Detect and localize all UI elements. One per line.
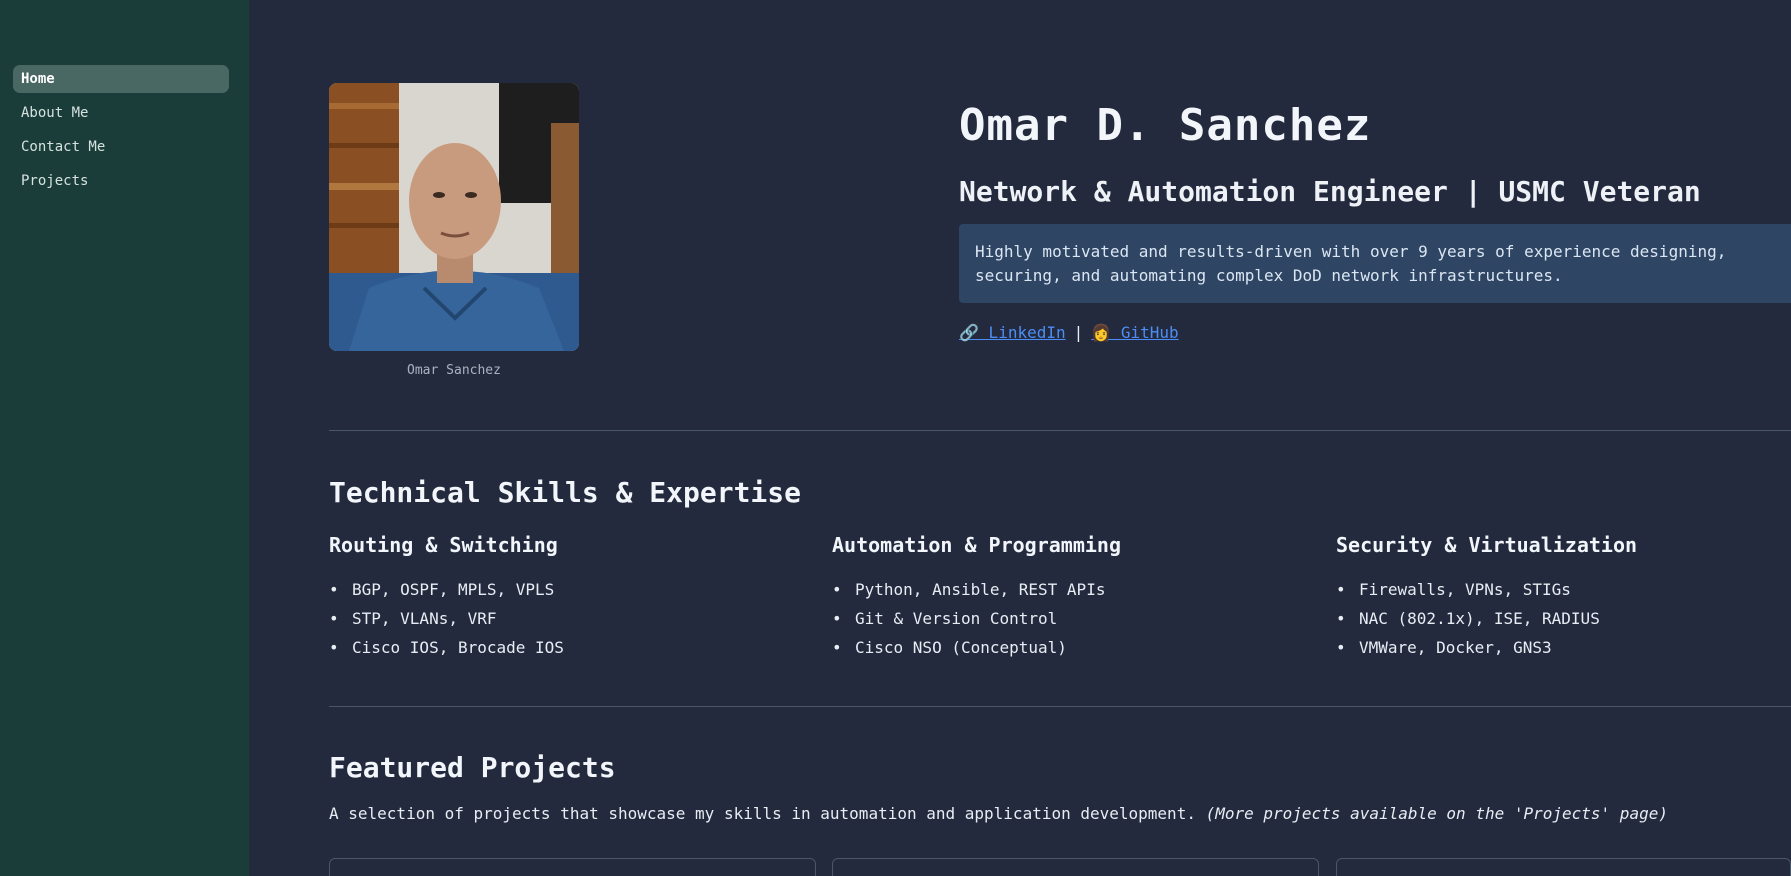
link-separator: | — [1073, 323, 1084, 342]
projects-intro: A selection of projects that showcase my… — [329, 804, 1668, 823]
sidebar: Home About Me Contact Me Projects — [0, 0, 249, 876]
linkedin-link[interactable]: 🔗 LinkedIn — [959, 323, 1066, 342]
list-item: BGP, OSPF, MPLS, VPLS — [329, 575, 809, 604]
list-item: NAC (802.1x), ISE, RADIUS — [1336, 604, 1791, 633]
photo-caption: Omar Sanchez — [407, 363, 501, 378]
summary-callout: Highly motivated and results-driven with… — [959, 224, 1791, 303]
list-item: VMWare, Docker, GNS3 — [1336, 633, 1791, 662]
skill-column-routing: Routing & Switching BGP, OSPF, MPLS, VPL… — [329, 533, 809, 662]
job-title: Network & Automation Engineer | USMC Vet… — [959, 175, 1701, 208]
sidebar-item-contact-me[interactable]: Contact Me — [13, 133, 229, 161]
main-content: Omar Sanchez Omar D. Sanchez Network & A… — [329, 0, 1791, 876]
list-item: Cisco IOS, Brocade IOS — [329, 633, 809, 662]
sidebar-item-projects[interactable]: Projects — [13, 167, 229, 195]
github-link[interactable]: 👩 GitHub — [1091, 323, 1178, 342]
project-card[interactable] — [832, 858, 1319, 876]
skill-column-security: Security & Virtualization Firewalls, VPN… — [1336, 533, 1791, 662]
skills-heading: Technical Skills & Expertise — [329, 476, 802, 509]
list-item: Python, Ansible, REST APIs — [832, 575, 1312, 604]
list-item: Firewalls, VPNs, STIGs — [1336, 575, 1791, 604]
page-title: Omar D. Sanchez — [959, 100, 1372, 151]
skill-column-title: Security & Virtualization — [1336, 533, 1638, 557]
skill-list: BGP, OSPF, MPLS, VPLS STP, VLANs, VRF Ci… — [329, 575, 809, 662]
projects-heading: Featured Projects — [329, 751, 616, 784]
project-card[interactable] — [1336, 858, 1791, 876]
project-card[interactable] — [329, 858, 816, 876]
skill-list: Python, Ansible, REST APIs Git & Version… — [832, 575, 1312, 662]
social-links: 🔗 LinkedIn | 👩 GitHub — [959, 323, 1791, 342]
skill-column-title: Automation & Programming — [832, 533, 1121, 557]
projects-intro-note: (More projects available on the 'Project… — [1205, 804, 1668, 823]
skill-column-automation: Automation & Programming Python, Ansible… — [832, 533, 1312, 662]
skill-column-title: Routing & Switching — [329, 533, 558, 557]
profile-photo — [329, 83, 579, 351]
hero: Omar D. Sanchez Network & Automation Eng… — [959, 100, 1791, 342]
profile-card: Omar Sanchez — [329, 83, 579, 378]
section-divider — [329, 430, 1791, 431]
profile-photo-image — [329, 83, 579, 351]
sidebar-item-about-me[interactable]: About Me — [13, 99, 229, 127]
sidebar-item-home[interactable]: Home — [13, 65, 229, 93]
list-item: Cisco NSO (Conceptual) — [832, 633, 1312, 662]
list-item: STP, VLANs, VRF — [329, 604, 809, 633]
skill-list: Firewalls, VPNs, STIGs NAC (802.1x), ISE… — [1336, 575, 1791, 662]
list-item: Git & Version Control — [832, 604, 1312, 633]
section-divider — [329, 706, 1791, 707]
projects-intro-text: A selection of projects that showcase my… — [329, 804, 1196, 823]
